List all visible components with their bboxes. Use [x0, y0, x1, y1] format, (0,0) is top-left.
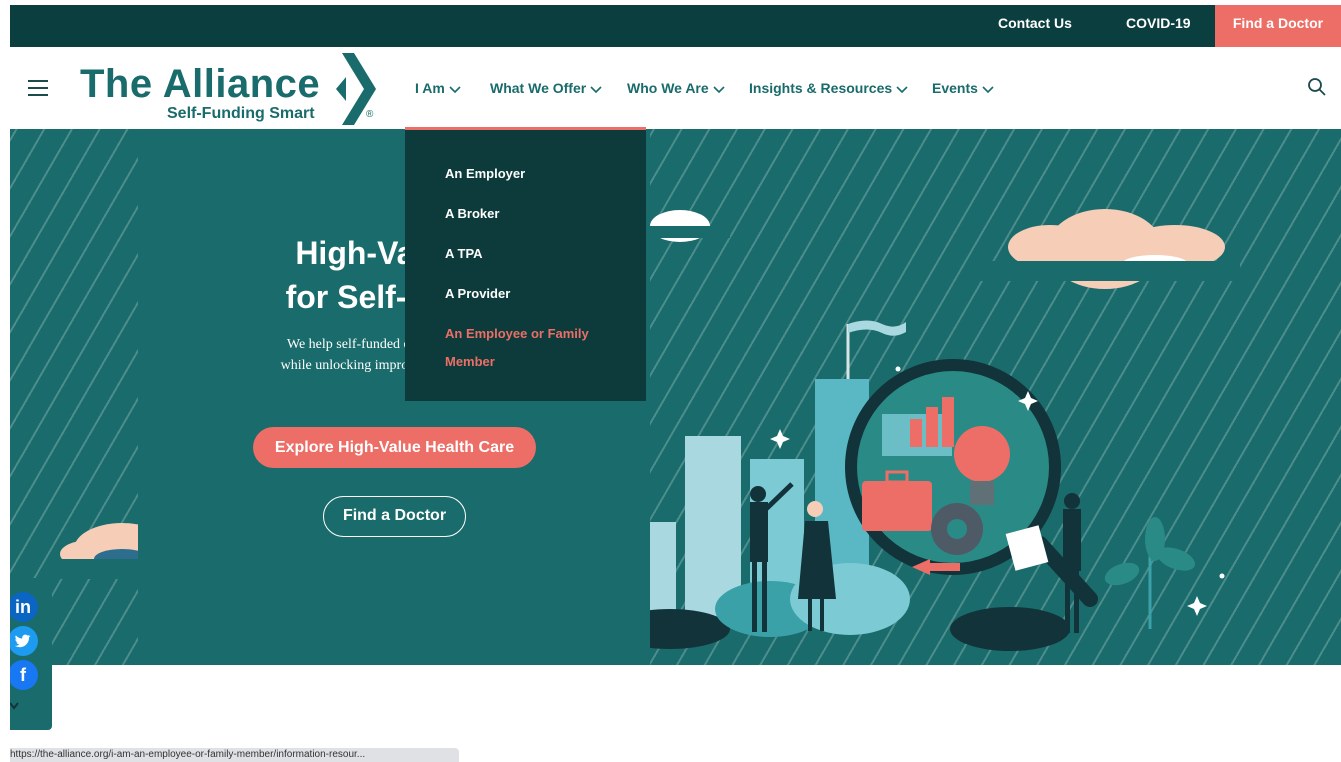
dropdown-item-tpa[interactable]: A TPA: [445, 240, 483, 268]
dropdown-item-broker[interactable]: A Broker: [445, 200, 499, 228]
logo-registered-mark: ®: [366, 109, 374, 120]
nav-i-am[interactable]: I Am: [415, 80, 461, 96]
chevron-down-icon: [713, 86, 725, 94]
nav-events[interactable]: Events: [932, 80, 994, 96]
logo-chevron-icon: [336, 53, 376, 125]
find-doctor-hero-button[interactable]: Find a Doctor: [323, 496, 466, 537]
nav-insights-resources[interactable]: Insights & Resources: [749, 80, 908, 96]
dropdown-item-provider[interactable]: A Provider: [445, 280, 510, 308]
i-am-dropdown-menu: An Employer A Broker A TPA A Provider An…: [405, 127, 646, 401]
hero-section: High-Value H for Self-Funde We help self…: [10, 129, 1341, 665]
contact-us-link[interactable]: Contact Us: [998, 5, 1072, 47]
nav-i-am-label: I Am: [415, 80, 445, 96]
twitter-bird-icon: [14, 634, 31, 648]
facebook-icon[interactable]: f: [8, 660, 38, 690]
hamburger-menu-icon[interactable]: [28, 80, 48, 96]
cloud-top-center-icon: [640, 210, 730, 242]
nav-what-we-offer-label: What We Offer: [490, 80, 587, 96]
nav-insights-resources-label: Insights & Resources: [749, 80, 893, 96]
linkedin-icon[interactable]: in: [8, 592, 38, 622]
window-edge: [0, 0, 10, 762]
main-header: The Alliance Self-Funding Smart ® I Am W…: [10, 47, 1341, 129]
alliance-logo[interactable]: The Alliance Self-Funding Smart ®: [80, 53, 390, 125]
top-utility-bar: Contact Us COVID-19 Find a Doctor: [10, 5, 1341, 47]
dropdown-item-employee-family[interactable]: An Employee or Family Member: [445, 320, 589, 376]
page: Contact Us COVID-19 Find a Doctor The Al…: [0, 0, 1341, 762]
logo-title: The Alliance: [80, 62, 321, 106]
nav-who-we-are[interactable]: Who We Are: [627, 80, 725, 96]
find-doctor-top-button[interactable]: Find a Doctor: [1215, 5, 1341, 47]
logo-subtitle: Self-Funding Smart: [167, 105, 315, 122]
twitter-icon[interactable]: [8, 626, 38, 656]
dropdown-item-employer[interactable]: An Employer: [445, 160, 525, 188]
dropdown-item-employee-family-line-1: An Employee or Family: [445, 326, 589, 341]
chevron-down-icon: [982, 86, 994, 94]
nav-who-we-are-label: Who We Are: [627, 80, 709, 96]
explore-health-care-button[interactable]: Explore High-Value Health Care: [253, 427, 536, 468]
browser-status-url: https://the-alliance.org/i-am-an-employe…: [6, 748, 459, 762]
nav-events-label: Events: [932, 80, 978, 96]
chevron-down-icon: [590, 86, 602, 94]
chevron-down-icon: [449, 86, 461, 94]
covid-link[interactable]: COVID-19: [1126, 5, 1191, 47]
search-icon[interactable]: [1307, 77, 1327, 97]
dropdown-item-employee-family-line-2: Member: [445, 354, 495, 369]
chevron-down-icon: [896, 86, 908, 94]
nav-what-we-offer[interactable]: What We Offer: [490, 80, 602, 96]
cloud-right-icon: [980, 209, 1240, 289]
